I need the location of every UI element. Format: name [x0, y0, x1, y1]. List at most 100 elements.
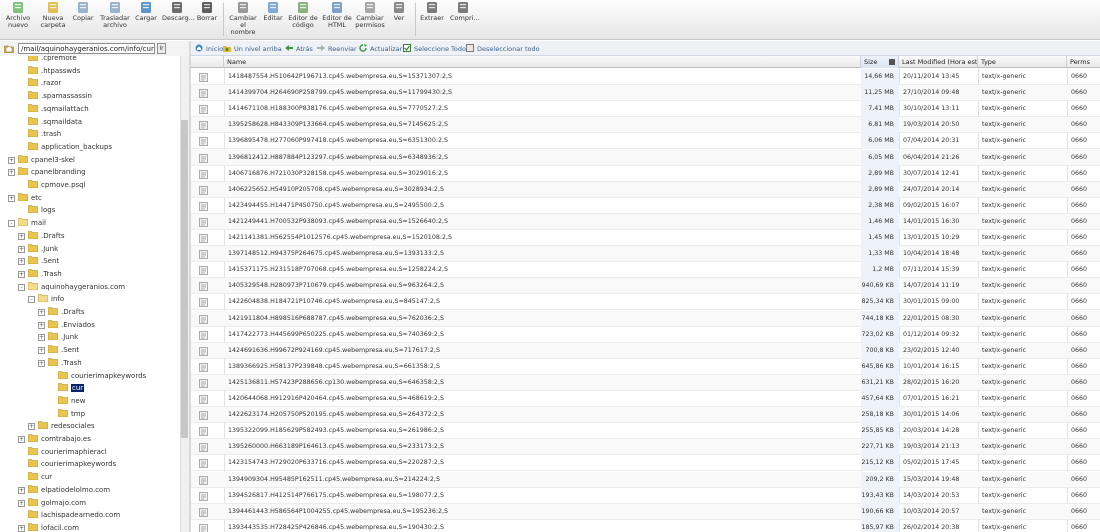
- expand-icon[interactable]: +: [38, 321, 45, 329]
- tree-item[interactable]: + elpatiodelolmo.com: [18, 484, 110, 496]
- toolbar-button-view[interactable]: Ver: [390, 1, 408, 39]
- collapse-icon[interactable]: -: [8, 220, 15, 228]
- tree-item[interactable]: new: [57, 395, 85, 407]
- tree-item[interactable]: .cpremote: [27, 56, 77, 64]
- toolbar-button-rename[interactable]: Cambiar el nombre: [228, 1, 258, 39]
- header-last-modified[interactable]: Last Modified (Hora está: [899, 56, 978, 68]
- table-row[interactable]: 1424691636.H99672P924169.cp45.webempresa…: [191, 342, 1100, 359]
- tree-item[interactable]: logs: [27, 204, 55, 216]
- tree-item[interactable]: + .Drafts: [38, 306, 85, 318]
- back-link[interactable]: Atrás: [285, 44, 313, 54]
- tree-item[interactable]: + etc: [8, 192, 42, 204]
- up-level-link[interactable]: Un nivel arriba: [223, 44, 282, 54]
- expand-icon[interactable]: +: [18, 524, 25, 532]
- table-row[interactable]: 1396895478.H277060P997418.cp45.webempres…: [191, 133, 1100, 150]
- expand-icon[interactable]: +: [18, 245, 25, 253]
- table-row[interactable]: 1417422773.H445699P650225.cp45.webempres…: [191, 326, 1100, 343]
- table-row[interactable]: 1422623174.H205750P520195.cp45.webempres…: [191, 407, 1100, 424]
- tree-item[interactable]: + .Sent: [38, 344, 79, 356]
- table-row[interactable]: 1420644068.H912916P420464.cp45.webempres…: [191, 391, 1100, 407]
- toolbar-button-html-editor[interactable]: Editor de HTML: [322, 1, 352, 39]
- expand-icon[interactable]: +: [18, 436, 25, 443]
- tree-item[interactable]: lachispadearnedo.com: [27, 509, 120, 521]
- table-row[interactable]: 1389366925.H58137P239848.cp45.webempresa…: [191, 358, 1100, 375]
- header-size[interactable]: Size: [861, 56, 899, 68]
- tree-item[interactable]: .razor: [27, 77, 61, 89]
- forward-link[interactable]: Reenviar: [317, 44, 357, 54]
- table-row[interactable]: 1414671108.H188300P838176.cp45.webempres…: [191, 101, 1100, 118]
- deselect-all-link[interactable]: Deseleccionar todo: [466, 44, 540, 54]
- tree-item[interactable]: + .Drafts: [18, 230, 65, 242]
- tree-item[interactable]: + comtrabajo.es: [18, 433, 91, 445]
- header-type[interactable]: Type: [978, 56, 1067, 68]
- table-row[interactable]: 1423154743.H729020P633716.cp45.webempres…: [191, 455, 1100, 472]
- table-row[interactable]: 1393443535.H728425P426846.cp45.webempres…: [191, 519, 1100, 532]
- header-name[interactable]: Name: [224, 56, 861, 68]
- expand-icon[interactable]: +: [38, 359, 45, 367]
- home-link[interactable]: Inicio: [195, 44, 223, 54]
- tree-item[interactable]: cur: [27, 471, 52, 483]
- toolbar-button-upload[interactable]: Cargar: [134, 1, 158, 39]
- expand-icon[interactable]: +: [18, 232, 25, 240]
- expand-icon[interactable]: +: [18, 486, 25, 494]
- tree-item[interactable]: + cpanelbranding: [8, 166, 86, 178]
- tree-item[interactable]: .sqmailattach: [27, 103, 89, 115]
- tree-item[interactable]: application_backups: [27, 141, 112, 153]
- collapse-icon[interactable]: -: [28, 296, 35, 304]
- go-button[interactable]: Ir: [157, 43, 166, 54]
- table-row[interactable]: 1395322099.H185629P582493.cp45.webempres…: [191, 423, 1100, 440]
- tree-item[interactable]: - mail: [8, 217, 46, 229]
- tree-item[interactable]: courierimaphieracl: [27, 446, 107, 458]
- expand-icon[interactable]: +: [18, 270, 25, 278]
- tree-item[interactable]: + golmajo.com: [18, 497, 86, 509]
- tree-item[interactable]: cpmove.psql: [27, 179, 86, 191]
- tree-scrollbar-thumb[interactable]: [181, 120, 188, 438]
- expand-icon[interactable]: +: [38, 309, 45, 316]
- expand-icon[interactable]: +: [18, 499, 25, 507]
- table-row[interactable]: 1418487554.H510642P196713.cp45.webempres…: [191, 69, 1100, 85]
- toolbar-button-new-file[interactable]: Archivo nuevo: [4, 1, 32, 39]
- toolbar-button-extract[interactable]: Extraer: [420, 1, 444, 39]
- tree-item[interactable]: - info: [28, 293, 64, 305]
- tree-item[interactable]: + .Junk: [18, 243, 58, 255]
- tree-item[interactable]: .htpasswds: [27, 65, 80, 77]
- toolbar-button-compress[interactable]: Compri...: [450, 1, 480, 39]
- tree-item[interactable]: .trash: [27, 128, 61, 140]
- table-row[interactable]: 1421141381.H562554P1012576.cp45.webempre…: [191, 230, 1100, 246]
- table-row[interactable]: 1406225652.H54910P205708.cp45.webempresa…: [191, 181, 1100, 198]
- table-row[interactable]: 1421249441.H700532P938093.cp45.webempres…: [191, 213, 1100, 230]
- tree-item[interactable]: .sqmaildata: [27, 116, 82, 128]
- path-input[interactable]: [18, 43, 155, 54]
- home-folder-icon[interactable]: [3, 44, 15, 54]
- tree-item[interactable]: + .Trash: [38, 357, 82, 369]
- table-row[interactable]: 1394461443.H586564P1004255.cp45.webempre…: [191, 503, 1100, 520]
- tree-item[interactable]: courierimapkeywords: [57, 370, 146, 382]
- table-row[interactable]: 1395258628.H843309P133664.cp45.webempres…: [191, 117, 1100, 134]
- tree-item[interactable]: courierimapkeywords: [27, 458, 116, 470]
- table-row[interactable]: 1395260000.H663189P164613.cp45.webempres…: [191, 439, 1100, 456]
- tree-item[interactable]: + redesociales: [28, 420, 95, 432]
- tree-item[interactable]: + .Trash: [18, 268, 62, 280]
- table-row[interactable]: 1423494455.H14471P450750.cp45.webempresa…: [191, 197, 1100, 214]
- tree-item[interactable]: + .Sent: [18, 255, 59, 267]
- tree-item[interactable]: - aquinohaygeranios.com: [18, 281, 125, 293]
- toolbar-button-copy[interactable]: Copiar: [72, 1, 94, 39]
- tree-item[interactable]: cur: [57, 382, 85, 394]
- table-row[interactable]: 1422604838.H184721P10746.cp45.webempresa…: [191, 294, 1100, 311]
- table-row[interactable]: 1394909304.H95485P162511.cp45.webempresa…: [191, 471, 1100, 488]
- toolbar-button-delete[interactable]: Borrar: [196, 1, 218, 39]
- table-row[interactable]: 1425136811.H57423P288656.cp130.webempres…: [191, 374, 1100, 391]
- reload-link[interactable]: Actualizar: [359, 44, 402, 54]
- table-row[interactable]: 1406716876.H721030P328158.cp45.webempres…: [191, 165, 1100, 182]
- table-row[interactable]: 1421911804.H898516P688787.cp45.webempres…: [191, 310, 1100, 327]
- tree-item[interactable]: .spamassassin: [27, 90, 92, 102]
- toolbar-button-download[interactable]: Descarg...: [162, 1, 195, 39]
- tree-item[interactable]: + .Junk: [38, 331, 78, 343]
- toolbar-button-new-folder[interactable]: Nueva carpeta: [38, 1, 68, 39]
- toolbar-button-edit[interactable]: Editar: [262, 1, 284, 39]
- toolbar-button-permissions[interactable]: Cambiar permisos: [354, 1, 386, 39]
- toolbar-button-move[interactable]: Trasladar archivo: [100, 1, 130, 39]
- expand-icon[interactable]: +: [18, 258, 25, 266]
- table-row[interactable]: 1397148512.H94375P264675.cp45.webempresa…: [191, 246, 1100, 263]
- expand-icon[interactable]: +: [28, 423, 35, 431]
